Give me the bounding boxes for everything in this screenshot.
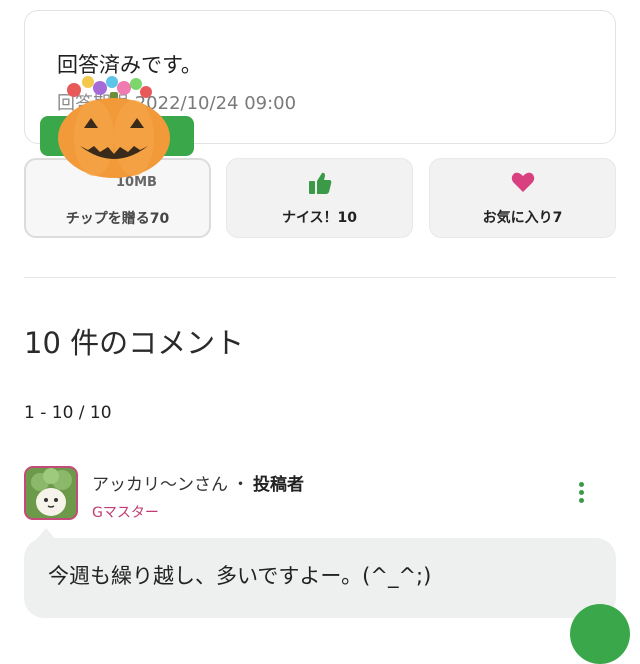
author-name[interactable]: アッカリ〜ンさん [92,475,228,495]
favorite-button[interactable]: お気に入り7 [429,158,616,238]
thumbs-up-icon [307,171,333,199]
divider [24,277,616,278]
tip-label: チップを贈る70 [65,211,170,227]
comments-range: 1 - 10 / 10 [24,403,112,423]
pumpkin-icon [54,76,174,200]
heart-icon [511,171,535,197]
comment-author: アッカリ〜ンさん・投稿者 [92,470,304,495]
favorite-label: お気に入り7 [482,210,563,226]
name-separator: ・ [232,475,249,495]
floating-action-button[interactable] [570,604,630,664]
nice-button[interactable]: ナイス！10 [226,158,413,238]
author-role: 投稿者 [253,475,304,495]
comment-text: 今週も繰り越し、多いですよー。(^_^;) [48,564,432,588]
more-options-icon[interactable] [570,482,592,508]
avatar[interactable] [24,466,78,520]
answered-status: 回答済みです。 [57,53,202,77]
nice-label: ナイス！10 [281,210,358,226]
comments-heading: 10 件のコメント [24,326,245,360]
author-rank: Gマスター [92,505,159,521]
comment-bubble: 今週も繰り越し、多いですよー。(^_^;) [24,538,616,618]
